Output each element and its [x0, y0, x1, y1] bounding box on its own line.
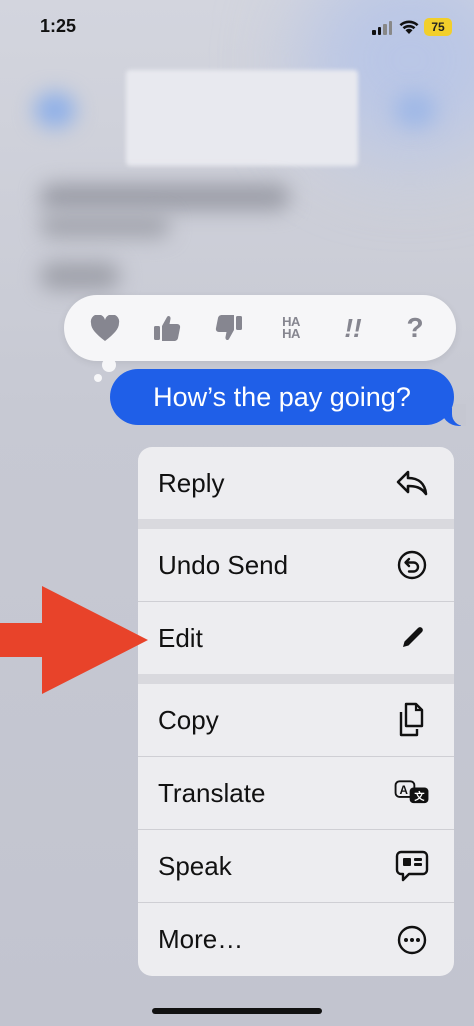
svg-text:文: 文 [413, 790, 425, 803]
copy-icon [394, 702, 430, 738]
menu-item-label: Undo Send [158, 549, 289, 580]
tapback-tail-dot-small [94, 374, 102, 382]
redacted-contact-header [126, 70, 358, 166]
question-mark-icon: ? [406, 312, 424, 343]
tapback-reaction-bar: HA HA !! ? [64, 295, 456, 361]
cellular-signal-icon [372, 21, 392, 35]
blurred-message-line [40, 214, 170, 238]
menu-item-edit[interactable]: Edit [138, 602, 454, 674]
blurred-message-line [40, 262, 120, 290]
heart-icon [90, 314, 120, 341]
wifi-icon [399, 20, 419, 34]
message-context-menu: Reply Undo Send Edit Copy Translate A文 S… [138, 447, 454, 976]
status-bar: 1:25 75 [0, 0, 474, 54]
thumbs-up-icon [154, 315, 181, 341]
sent-message-bubble[interactable]: How’s the pay going? [110, 369, 454, 425]
menu-group-separator [138, 519, 454, 529]
menu-item-label: Speak [158, 850, 232, 881]
haha-reaction-button[interactable]: HA HA [271, 308, 311, 348]
translate-icon: A文 [394, 775, 430, 811]
menu-group-separator [138, 674, 454, 684]
menu-item-undo-send[interactable]: Undo Send [138, 529, 454, 601]
pencil-icon [394, 620, 430, 656]
blurred-video-button [394, 92, 436, 128]
blurred-message-line [40, 184, 290, 210]
tapback-tail-dot [102, 358, 116, 372]
emphasize-reaction-button[interactable]: !! [333, 308, 373, 348]
status-time: 1:25 [40, 16, 77, 36]
blurred-back-button [34, 92, 76, 128]
speak-bubble-icon [394, 848, 430, 884]
menu-item-reply[interactable]: Reply [138, 447, 454, 519]
thumbs-down-reaction-button[interactable] [209, 308, 249, 348]
undo-circle-icon [394, 547, 430, 583]
thumbs-up-reaction-button[interactable] [147, 308, 187, 348]
menu-item-label: Edit [158, 622, 203, 653]
thumbs-down-icon [215, 315, 242, 341]
reply-arrow-icon [394, 465, 430, 501]
menu-item-label: Translate [158, 777, 266, 808]
home-indicator[interactable] [152, 1008, 322, 1014]
menu-item-translate[interactable]: Translate A文 [138, 757, 454, 829]
menu-item-label: More… [158, 924, 244, 954]
heart-reaction-button[interactable] [85, 308, 125, 348]
menu-item-copy[interactable]: Copy [138, 684, 454, 756]
ellipsis-circle-icon [394, 922, 430, 958]
haha-icon: HA HA [282, 315, 300, 341]
red-annotation-arrow [0, 586, 148, 694]
menu-item-speak[interactable]: Speak [138, 830, 454, 902]
haha-bottom: HA [282, 326, 300, 341]
menu-item-label: Reply [158, 467, 225, 498]
menu-item-label: Copy [158, 704, 219, 735]
battery-indicator: 75 [424, 18, 452, 36]
svg-text:A: A [399, 784, 408, 797]
menu-item-more[interactable]: More… [138, 903, 454, 976]
double-exclamation-icon: !! [344, 312, 362, 343]
question-reaction-button[interactable]: ? [395, 308, 435, 348]
